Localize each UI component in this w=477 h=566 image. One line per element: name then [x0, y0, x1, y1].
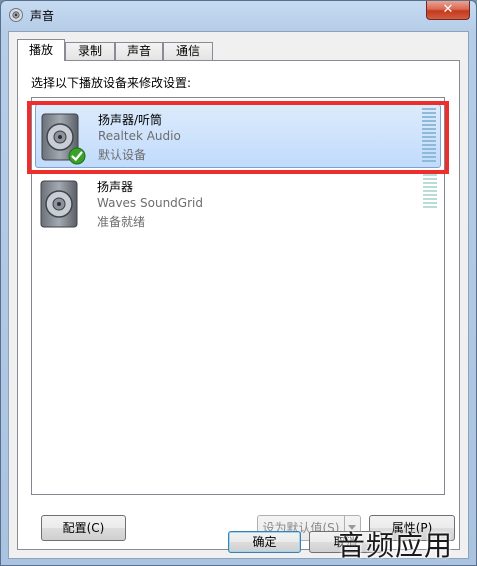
instruction-label: 选择以下播放设备来修改设置:: [31, 76, 192, 90]
list-item-waves[interactable]: 扬声器 Waves SoundGrid 准备就绪: [35, 170, 441, 236]
close-icon: ✕: [442, 2, 454, 17]
tab-sounds[interactable]: 声音: [115, 42, 163, 60]
tab-playback[interactable]: 播放: [17, 39, 65, 61]
speaker-app-icon: [9, 8, 23, 22]
ok-button[interactable]: 确定: [228, 531, 301, 553]
device-status: 准备就绪: [97, 215, 146, 229]
speaker-icon: [40, 180, 78, 228]
list-item-realtek[interactable]: 扬声器/听筒 Realtek Audio 默认设备: [35, 104, 441, 168]
tab-communications[interactable]: 通信: [163, 42, 213, 60]
dialog-client: 播放 录制 声音 通信 选择以下播放设备来修改设置: 扬声器/听筒 Realte…: [8, 31, 469, 559]
playback-panel: 选择以下播放设备来修改设置: 扬声器/听筒 Realtek Audio 默认设备…: [17, 60, 460, 550]
device-driver: Waves SoundGrid: [97, 196, 203, 210]
device-status: 默认设备: [98, 148, 147, 162]
volume-meter: [422, 108, 436, 164]
tab-recording[interactable]: 录制: [65, 42, 115, 60]
device-name: 扬声器/听筒: [98, 113, 163, 127]
device-list[interactable]: 扬声器/听筒 Realtek Audio 默认设备 扬声器 Waves Soun…: [31, 97, 445, 495]
device-driver: Realtek Audio: [98, 129, 181, 143]
device-name: 扬声器: [97, 180, 134, 194]
volume-meter: [423, 170, 437, 226]
title-bar[interactable]: 声音 ✕: [1, 1, 476, 31]
default-check-icon: [68, 147, 86, 165]
watermark-text: 音频应用: [337, 529, 454, 562]
close-button[interactable]: ✕: [426, 1, 470, 20]
sound-dialog: 声音 ✕ 播放 录制 声音 通信 选择以下播放设备来修改设置: 扬声器/听筒 R…: [0, 0, 477, 566]
configure-button[interactable]: 配置(C): [41, 515, 126, 541]
window-title: 声音: [30, 9, 55, 23]
